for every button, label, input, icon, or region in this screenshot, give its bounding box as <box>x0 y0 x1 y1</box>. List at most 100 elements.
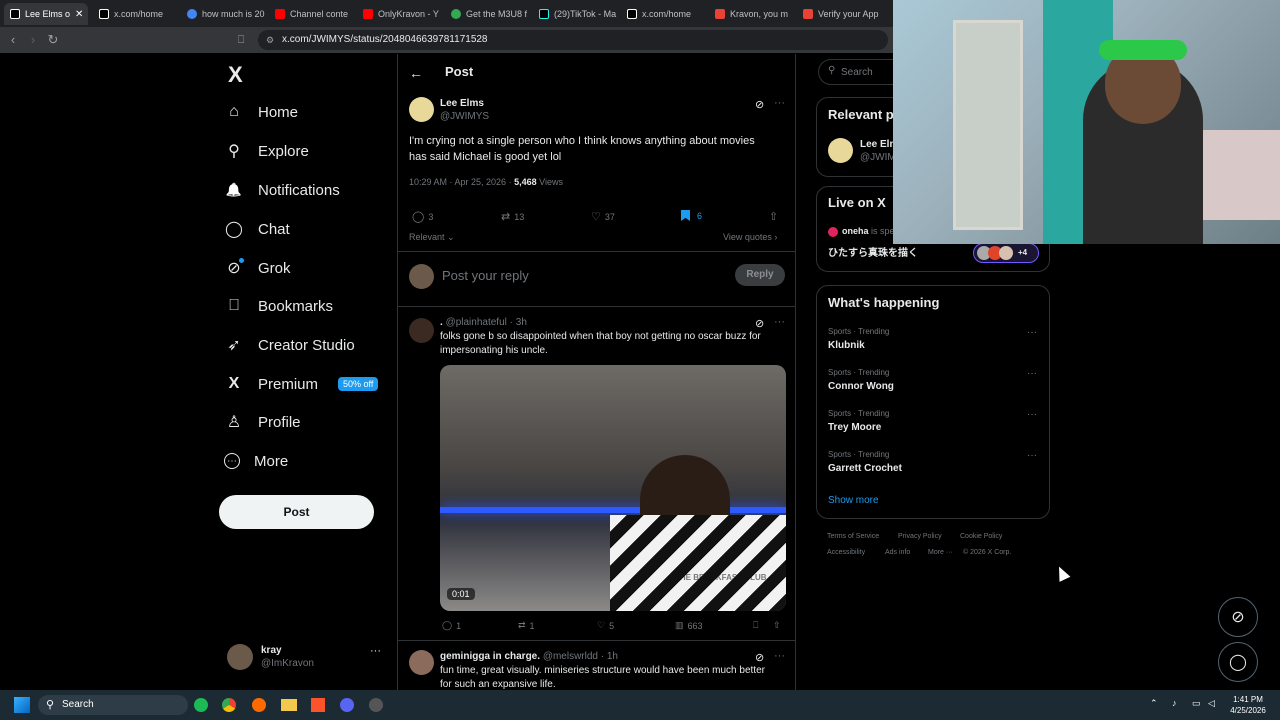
view-quotes-link[interactable]: View quotes › <box>723 232 777 242</box>
nav-item-grok[interactable]: ⊘ Grok <box>224 253 291 283</box>
microphone-icon[interactable]: ♪ <box>1172 698 1177 708</box>
chevron-right-icon: › <box>771 232 778 242</box>
avatar[interactable] <box>409 650 434 675</box>
like-button[interactable]: ♡ 5 <box>597 620 614 631</box>
bookmark-page-icon[interactable]: ⎕ <box>233 32 249 48</box>
avatar[interactable] <box>409 97 434 122</box>
search-input[interactable]: Search <box>841 67 873 78</box>
like-button[interactable]: ♡ 37 <box>591 210 615 223</box>
reply-button[interactable]: ◯ 1 <box>442 620 461 631</box>
more-options-icon[interactable]: ··· <box>1027 409 1037 420</box>
browser-tab[interactable]: Get the M3U8 f <box>445 3 533 25</box>
avatar[interactable] <box>409 318 434 343</box>
avatar[interactable] <box>828 138 853 163</box>
post-author-handle[interactable]: @JWIMYS <box>440 111 489 122</box>
share-button[interactable]: ⇧ <box>773 620 781 631</box>
footer-link[interactable]: Accessibility <box>827 549 865 556</box>
footer-link[interactable]: Ads info <box>885 549 910 556</box>
more-options-icon[interactable]: ··· <box>370 645 381 657</box>
tab-label: Get the M3U8 f <box>466 9 528 19</box>
grok-fab-icon[interactable]: ⊘ <box>1218 597 1258 637</box>
more-options-icon[interactable]: ··· <box>774 316 785 328</box>
live-host[interactable]: oneha is spe <box>842 226 895 236</box>
live-title[interactable]: ひたすら真珠を描く <box>828 244 918 259</box>
brave-icon[interactable] <box>311 698 325 712</box>
video-player[interactable]: THE BREAKFAST CLUB 0:01 <box>440 365 786 611</box>
repost-button[interactable]: ⇄ 13 <box>501 210 524 223</box>
share-button[interactable]: ⇧ <box>769 210 778 223</box>
nav-item-bookmarks[interactable]: ⎕ Bookmarks <box>224 291 333 321</box>
more-options-icon[interactable]: ··· <box>1027 368 1037 379</box>
live-participants[interactable]: +4 <box>973 243 1039 263</box>
network-icon[interactable]: ▭ <box>1192 698 1201 709</box>
obs-icon[interactable] <box>369 698 383 712</box>
participant-count: +4 <box>1018 248 1028 257</box>
nav-item-home[interactable]: ⌂ Home <box>224 97 298 127</box>
back-arrow-icon[interactable]: ← <box>409 65 423 81</box>
taskbar-search[interactable]: ⚲ Search <box>38 695 188 715</box>
grok-icon[interactable]: ⊘ <box>755 651 764 664</box>
x-logo-icon[interactable]: X <box>228 62 243 88</box>
post-author-name[interactable]: Lee Elms <box>440 98 484 109</box>
reply-author[interactable]: . @plainhateful · 3h <box>440 317 527 328</box>
bookmark-button[interactable]: 6 <box>681 210 702 221</box>
more-options-icon[interactable]: ··· <box>774 97 785 109</box>
more-options-icon[interactable]: ··· <box>1027 450 1037 461</box>
taskbar-clock[interactable]: 1:41 PM 4/25/2026 <box>1226 694 1270 716</box>
site-info-icon[interactable]: ⚙ <box>266 30 274 50</box>
footer-link[interactable]: Privacy Policy <box>898 533 942 540</box>
more-options-icon[interactable]: ··· <box>1027 327 1037 338</box>
nav-item-creator-studio[interactable]: ➶ Creator Studio <box>224 330 354 360</box>
reply-button[interactable]: ◯ 3 <box>412 210 433 223</box>
reply-author[interactable]: geminigga in charge. @melswrldd · 1h <box>440 651 618 662</box>
close-tab-icon[interactable]: ✕ <box>75 9 83 20</box>
file-explorer-icon[interactable] <box>281 699 297 711</box>
nav-item-more[interactable]: ⋯ More <box>224 446 288 476</box>
trend-item[interactable]: Sports · Trending Connor Wong ··· <box>817 366 1049 404</box>
trend-item[interactable]: Sports · Trending Trey Moore ··· <box>817 407 1049 445</box>
browser-tab[interactable]: x.com/home <box>621 3 709 25</box>
chrome-icon[interactable] <box>222 698 236 712</box>
nav-item-notifications[interactable]: 🔔 Notifications <box>224 175 340 205</box>
browser-tab[interactable]: OnlyKravon - Y <box>357 3 445 25</box>
trend-item[interactable]: Sports · Trending Garrett Crochet ··· <box>817 448 1049 486</box>
views-button[interactable]: ▥ 663 <box>675 620 703 631</box>
tray-chevron-up-icon[interactable]: ⌃ <box>1150 698 1158 709</box>
repost-button[interactable]: ⇄ 1 <box>518 620 535 631</box>
nav-item-explore[interactable]: ⚲ Explore <box>224 136 309 166</box>
grok-icon[interactable]: ⊘ <box>755 98 764 111</box>
windows-start-icon[interactable] <box>14 697 30 713</box>
reply-input[interactable]: Post your reply <box>442 268 529 283</box>
volume-icon[interactable]: ◁ <box>1208 698 1215 709</box>
browser-tab[interactable]: Verify your App <box>797 3 885 25</box>
chat-fab-icon[interactable]: ◯ <box>1218 642 1258 682</box>
more-options-icon[interactable]: ··· <box>774 650 785 662</box>
address-bar[interactable]: ⚙ x.com/JWIMYS/status/204804663978117152… <box>258 30 888 50</box>
account-switcher[interactable]: kray @ImKravon ··· <box>227 642 392 678</box>
post-button[interactable]: Post <box>219 495 374 529</box>
browser-tab[interactable]: Kravon, you m <box>709 3 797 25</box>
nav-item-chat[interactable]: ◯ Chat <box>224 214 290 244</box>
browser-tab[interactable]: how much is 20 <box>181 3 269 25</box>
footer-link[interactable]: More ··· <box>928 549 953 556</box>
footer-link[interactable]: Terms of Service <box>827 533 879 540</box>
spotify-icon[interactable] <box>194 698 208 712</box>
discord-icon[interactable] <box>340 698 354 712</box>
show-more-link[interactable]: Show more <box>828 495 879 506</box>
forward-arrow-icon[interactable]: › <box>25 32 41 48</box>
reply-sort-dropdown[interactable]: Relevant ⌄ <box>409 232 455 243</box>
browser-tab[interactable]: Channel conte <box>269 3 357 25</box>
browser-tab[interactable]: Lee Elms o ✕ <box>4 3 88 25</box>
nav-item-profile[interactable]: ♙ Profile <box>224 407 301 437</box>
bookmark-button[interactable]: ⎕ <box>753 620 758 631</box>
app-icon[interactable] <box>252 698 266 712</box>
nav-item-premium[interactable]: X Premium 50% off <box>224 369 379 399</box>
back-arrow-icon[interactable]: ‹ <box>5 32 21 48</box>
trend-item[interactable]: Sports · Trending Klubnik ··· <box>817 325 1049 363</box>
footer-link[interactable]: Cookie Policy <box>960 533 1002 540</box>
browser-tab[interactable]: (29)TikTok - Ma <box>533 3 621 25</box>
reload-icon[interactable]: ↻ <box>45 32 61 48</box>
browser-tab[interactable]: x.com/home <box>93 3 181 25</box>
reply-button[interactable]: Reply <box>735 264 785 286</box>
grok-icon[interactable]: ⊘ <box>755 317 764 330</box>
